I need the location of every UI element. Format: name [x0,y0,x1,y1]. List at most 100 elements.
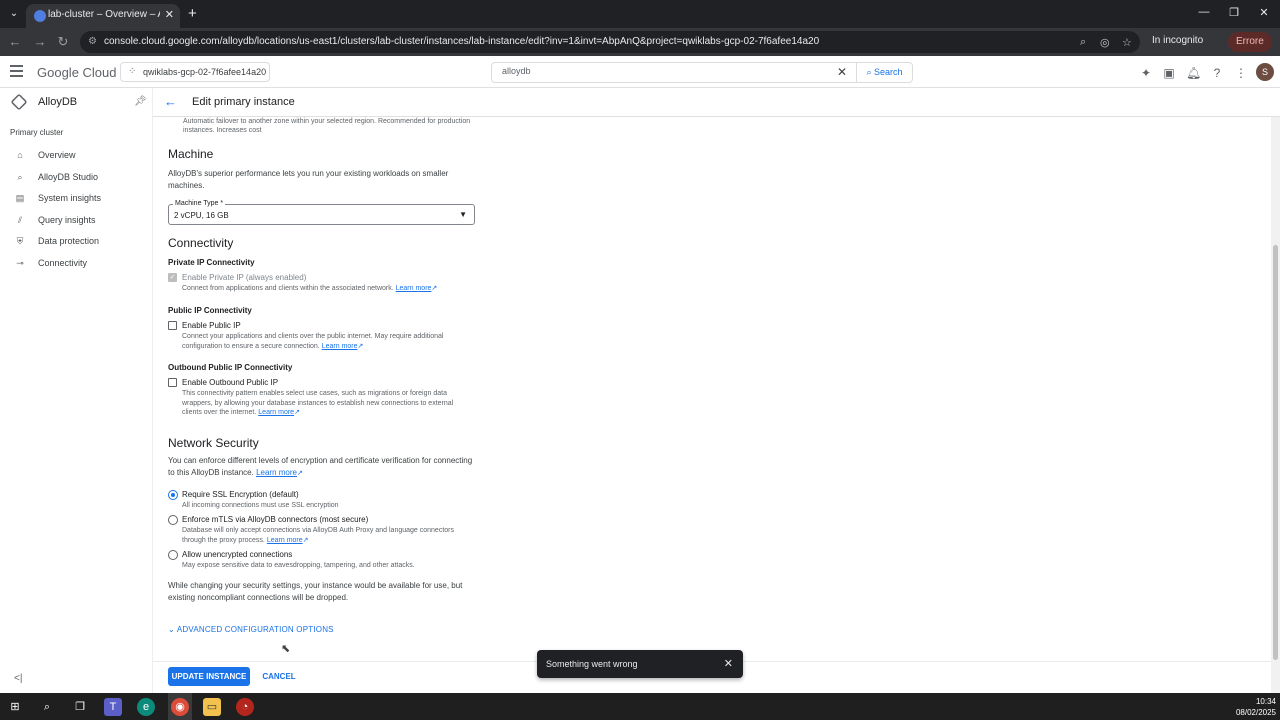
dropdown-arrow-icon: ▼ [459,210,467,219]
advanced-config-toggle[interactable]: ⌄ ADVANCED CONFIGURATION OPTIONS [168,625,334,634]
taskbar-clock: 10:34 08/02/2025 [1230,696,1276,718]
file-explorer-icon[interactable]: ▭ [203,698,221,716]
tab-search-icon[interactable]: ⌄ [6,6,22,22]
external-link-icon: ↗ [357,342,364,350]
product-title: AlloyDB [38,96,78,108]
machine-type-value: 2 vCPU, 16 GB [174,211,229,220]
machine-description: AlloyDB's superior performance lets you … [168,169,449,190]
learn-more-link[interactable]: Learn more [256,468,297,477]
ssl-encryption-radio[interactable] [168,490,178,500]
external-link-icon: ↗ [294,409,300,416]
mtls-desc: Database will only accept connections vi… [182,526,467,545]
sidebar-item-alloydb-studio[interactable]: ⌕ AlloyDB Studio [0,168,153,188]
query-insights-icon: ⫽ [17,215,22,225]
clock-time: 10:34 [1255,697,1276,706]
notifications-icon[interactable]: 🔔︎ [1186,66,1201,80]
ssl-encryption-label: Require SSL Encryption (default) [182,490,299,499]
sidebar-item-data-protection[interactable]: ⛨ Data protection [0,232,153,252]
google-cloud-logo[interactable]: Google Cloud [37,65,117,80]
search-box[interactable]: ✕ [491,62,857,83]
help-icon[interactable]: ? [1210,66,1224,80]
studio-search-icon: ⌕ [17,172,23,182]
avatar[interactable]: S [1256,63,1274,81]
scrollbar-thumb[interactable] [1273,245,1278,660]
page-title: Edit primary instance [192,96,295,108]
url-text: console.cloud.google.com/alloydb/locatio… [104,36,820,47]
shield-icon: ⛨ [16,236,24,246]
public-ip-desc: Connect your applications and clients ov… [182,332,462,351]
back-icon[interactable]: ← [8,35,22,49]
learn-more-link[interactable]: Learn more [322,343,358,350]
gemini-sparkle-icon[interactable]: ✦ [1139,66,1153,80]
more-vert-icon[interactable]: ⋮ [1234,66,1248,80]
browser-tab[interactable]: lab-cluster – Overview – AlloyDB ✕ [26,4,180,28]
zoom-icon[interactable]: ⌕ [1080,36,1086,49]
teams-icon[interactable]: T [104,698,122,716]
advanced-config-label: ADVANCED CONFIGURATION OPTIONS [176,625,334,634]
error-badge[interactable]: Errore [1228,32,1272,52]
unencrypted-radio[interactable] [168,550,178,560]
private-ip-checkbox: ✓ [168,273,177,282]
cloud-shell-icon[interactable]: ▣ [1162,66,1176,80]
edge-icon[interactable]: e [137,698,155,716]
new-tab-icon[interactable]: + [188,5,197,22]
sidebar-item-connectivity[interactable]: ⊸ Connectivity [0,254,153,274]
site-info-icon[interactable]: ⚙ [88,36,100,48]
clock-date: 08/02/2025 [1235,708,1276,717]
machine-type-select[interactable]: Machine Type * 2 vCPU, 16 GB ▼ [168,200,475,225]
update-instance-button[interactable]: UPDATE INSTANCE [168,667,250,686]
browser-toolbar: ← → ↻ ⚙ console.cloud.google.com/alloydb… [0,28,1280,56]
sidebar: AlloyDB 📌︎ Primary cluster ⌂ Overview ⌕ … [0,88,153,693]
outbound-ip-checkbox[interactable] [168,378,177,387]
mtls-radio[interactable] [168,515,178,525]
project-picker[interactable]: ⁘ qwiklabs-gcp-02-7f6afee14a20 [120,62,270,82]
address-bar[interactable]: ⚙ console.cloud.google.com/alloydb/locat… [80,31,1140,53]
sidebar-item-query-insights[interactable]: ⫽ Query insights [0,211,153,231]
taskbar-search-icon[interactable]: ⌕ [38,698,56,716]
clear-search-icon[interactable]: ✕ [837,65,847,79]
sidebar-item-system-insights[interactable]: ▤ System insights [0,189,153,209]
pin-icon[interactable]: 📌︎ [134,96,147,107]
bookmark-star-icon[interactable]: ☆ [1122,36,1132,49]
sidebar-item-overview[interactable]: ⌂ Overview [0,146,153,166]
chrome-icon[interactable]: ◉ [171,698,189,716]
external-link-icon: ↗ [296,470,303,477]
task-view-icon[interactable]: ❐ [71,698,89,716]
window-close-icon[interactable]: ✕ [1256,6,1272,19]
sidebar-item-label: System insights [38,193,102,203]
menu-icon[interactable] [10,65,23,77]
learn-more-link[interactable]: Learn more [258,409,294,416]
back-arrow-icon[interactable]: ← [164,94,177,109]
windows-start-icon[interactable]: ⊞ [6,698,24,716]
learn-more-link[interactable]: Learn more [267,537,303,544]
snackbar-message: Something went wrong [546,659,638,669]
external-link-icon: ↗ [302,536,309,544]
cancel-button[interactable]: CANCEL [262,667,296,686]
mtls-desc-text: Database will only accept connections vi… [182,527,454,544]
browser-tab-strip: ⌄ lab-cluster – Overview – AlloyDB ✕ + —… [0,0,1280,28]
sidebar-item-label: Connectivity [38,258,88,268]
public-ip-title: Public IP Connectivity [168,306,252,315]
forward-icon[interactable]: → [33,35,47,49]
public-ip-label: Enable Public IP [182,321,241,330]
error-snackbar: Something went wrong ✕ [537,650,743,678]
outbound-ip-desc: This connectivity pattern enables select… [182,389,467,418]
alloydb-favicon-icon [34,10,46,22]
outbound-ip-title: Outbound Public IP Connectivity [168,363,293,372]
search-button[interactable]: ⌕ Search [857,62,913,83]
collapse-sidebar-icon[interactable]: <| [14,673,22,684]
outbound-ip-desc-text: This connectivity pattern enables select… [182,390,454,416]
close-icon[interactable]: ✕ [724,657,733,670]
public-ip-checkbox[interactable] [168,321,177,330]
reload-icon[interactable]: ↻ [56,35,70,49]
learn-more-link[interactable]: Learn more [396,285,432,292]
eye-off-icon[interactable]: ◎ [1100,36,1110,49]
search-input[interactable] [502,66,822,76]
restore-icon[interactable]: ❐ [1226,6,1242,19]
minimize-icon[interactable]: — [1196,6,1212,18]
tab-close-icon[interactable]: ✕ [165,8,174,21]
incognito-indicator[interactable]: In incognito [1152,35,1203,46]
unencrypted-desc: May expose sensitive data to eavesdroppi… [182,562,415,569]
app-icon[interactable]: ◔ [236,698,254,716]
external-link-icon: ↗ [431,285,438,292]
